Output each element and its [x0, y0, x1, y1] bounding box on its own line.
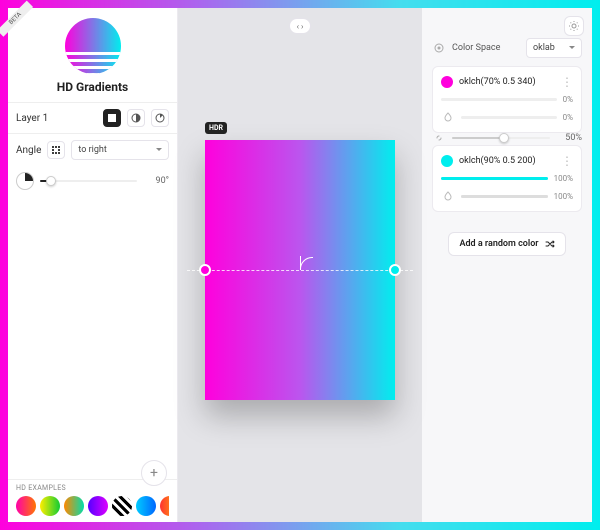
interpolation-value: 50% [556, 133, 582, 143]
stop-color-dot[interactable] [441, 76, 453, 88]
hdr-badge: HDR [205, 122, 227, 134]
layer-label: Layer 1 [16, 113, 48, 124]
stop-menu-button[interactable]: ⋮ [561, 154, 573, 168]
stop-opacity-slider[interactable] [461, 195, 548, 198]
colorspace-label: Color Space [452, 43, 500, 53]
angle-slider-row: 90° [8, 166, 177, 196]
panel-collapse-button[interactable]: ‹ › [289, 18, 311, 34]
stop-position-slider[interactable] [441, 177, 548, 180]
stop-menu-button[interactable]: ⋮ [561, 75, 573, 89]
opacity-icon [441, 189, 455, 203]
angle-indicator[interactable] [293, 256, 307, 270]
example-swatch[interactable] [112, 496, 132, 516]
example-swatch[interactable] [88, 496, 108, 516]
example-swatch[interactable] [160, 496, 169, 516]
opacity-icon [441, 110, 455, 124]
layer-analytics-button[interactable] [151, 109, 169, 127]
stop-color-label: oklch(70% 0.5 340) [459, 77, 555, 87]
grid-icon [51, 145, 61, 155]
angle-dial[interactable] [16, 172, 34, 190]
contrast-icon [131, 113, 141, 123]
colorspace-value: oklab [533, 43, 555, 53]
stop-position-value: 0% [563, 95, 573, 104]
colorspace-select[interactable]: oklab [526, 38, 582, 58]
left-panel: BETA HD Gradients Layer 1 Angle to [8, 8, 178, 522]
right-panel: Color Space oklab oklch(70% 0.5 340) ⋮ 0% 0… [422, 8, 592, 522]
settings-button[interactable] [564, 16, 584, 36]
canvas-area: ‹ › HDR [178, 8, 422, 522]
brand-logo [65, 18, 121, 74]
color-stop-card: oklch(90% 0.5 200) ⋮ 100% 100% [432, 145, 582, 212]
chevrons-icon: ‹ › [297, 22, 304, 31]
angle-label: Angle [16, 145, 41, 156]
direction-grid-button[interactable] [47, 141, 65, 159]
brand-title: HD Gradients [57, 80, 128, 94]
layer-contrast-button[interactable] [127, 109, 145, 127]
add-random-label: Add a random color [459, 239, 538, 249]
swatch-row [16, 496, 169, 516]
angle-value: 90° [143, 176, 169, 186]
add-random-color-button[interactable]: Add a random color [448, 232, 565, 256]
example-swatch[interactable] [64, 496, 84, 516]
stop-handle-end[interactable] [389, 264, 401, 276]
colorspace-row: Color Space oklab [432, 38, 582, 58]
direction-value: to right [78, 145, 106, 155]
stop-opacity-slider[interactable] [461, 116, 557, 119]
interpolation-slider[interactable] [452, 137, 550, 139]
example-swatch[interactable] [16, 496, 36, 516]
add-layer-button[interactable]: + [141, 460, 167, 486]
shuffle-icon [545, 239, 555, 249]
stop-opacity-value: 0% [563, 113, 573, 122]
target-icon [432, 41, 446, 55]
brand-block: HD Gradients [8, 8, 177, 102]
examples-label: HD EXAMPLES [16, 484, 169, 492]
gradient-axis [187, 270, 413, 271]
stop-handle-start[interactable] [199, 264, 211, 276]
stop-opacity-value: 100% [554, 192, 573, 201]
stop-position-slider[interactable] [441, 98, 557, 101]
stop-color-dot[interactable] [441, 155, 453, 167]
example-swatch[interactable] [136, 496, 156, 516]
color-stop-card: oklch(70% 0.5 340) ⋮ 0% 0% [432, 66, 582, 133]
direction-row: Angle to right [8, 133, 177, 166]
direction-select[interactable]: to right [71, 140, 169, 160]
interpolation-row: 50% [432, 131, 582, 145]
gradient-canvas[interactable]: HDR [205, 140, 395, 400]
angle-slider[interactable] [40, 180, 137, 182]
example-swatch[interactable] [40, 496, 60, 516]
layer-row: Layer 1 [8, 102, 177, 133]
stop-position-value: 100% [554, 174, 573, 183]
stop-color-label: oklch(90% 0.5 200) [459, 156, 555, 166]
layer-visibility-button[interactable] [103, 109, 121, 127]
link-icon [432, 131, 446, 145]
gear-icon [568, 20, 580, 32]
square-icon [107, 113, 117, 123]
pie-icon [155, 113, 165, 123]
